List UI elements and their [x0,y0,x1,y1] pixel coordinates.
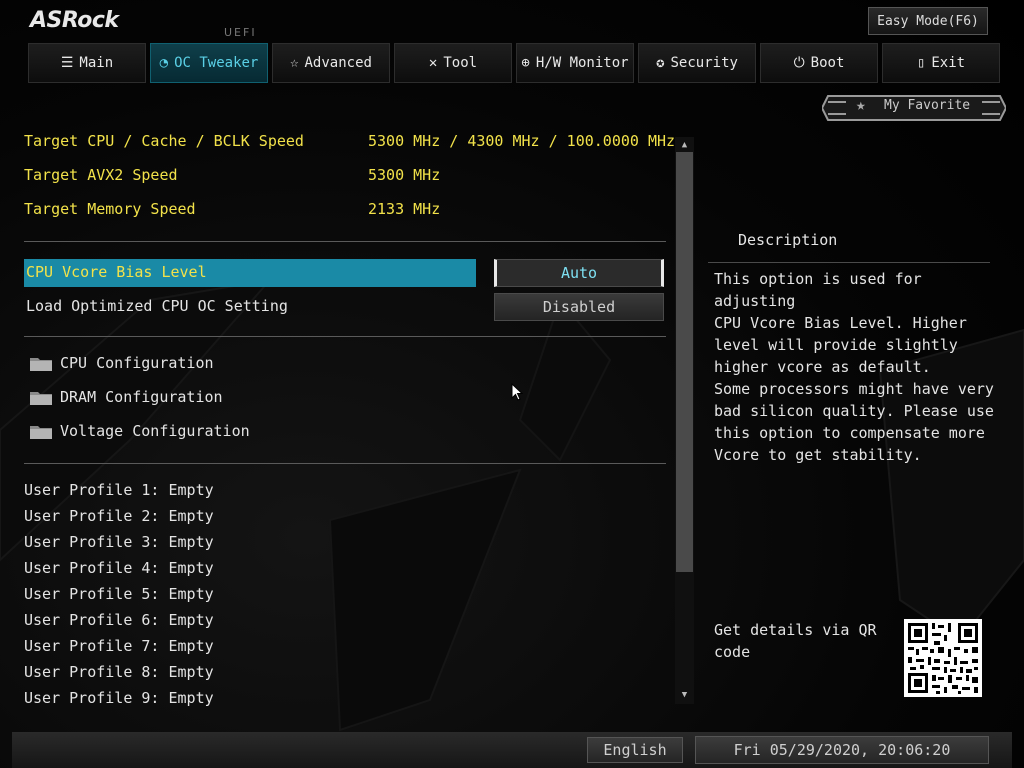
description-divider [708,262,990,263]
tab-label: Security [670,55,738,71]
user-profile-3[interactable]: User Profile 3: Empty [24,533,214,551]
folder-icon [30,358,52,371]
submenu-voltage-configuration[interactable]: Voltage Configuration [60,422,250,440]
scroll-down-arrow-icon[interactable]: ▼ [675,688,694,702]
exit-door-icon: ▯ [916,55,926,71]
target-memory-label: Target Memory Speed [24,200,196,218]
favorite-label: My Favorite [884,98,971,113]
target-cpu-value: 5300 MHz / 4300 MHz / 100.0000 MHz [368,132,676,150]
target-avx2-label: Target AVX2 Speed [24,166,178,184]
submenu-cpu-configuration[interactable]: CPU Configuration [60,354,214,372]
cpu-vcore-bias-level-select[interactable]: Auto [494,259,664,287]
scroll-up-arrow-icon[interactable]: ▲ [675,138,694,152]
asrock-logo: ASRock [30,8,119,33]
bios-screen: ASRock UEFI Easy Mode(F6) ☰ Main ◔ OC Tw… [0,0,1024,768]
tab-label: Tool [443,55,478,71]
shield-icon: ✪ [656,55,665,71]
tab-label: Exit [931,55,966,71]
divider [24,336,666,337]
description-body: This option is used for adjusting CPU Vc… [714,270,994,464]
qr-code [904,619,982,697]
user-profile-6[interactable]: User Profile 6: Empty [24,611,214,629]
tools-icon: ✕ [428,55,438,71]
star-outline-icon: ☆ [290,55,299,71]
user-profile-1[interactable]: User Profile 1: Empty [24,481,214,499]
user-profile-2[interactable]: User Profile 2: Empty [24,507,214,525]
tab-label: Advanced [304,55,372,71]
uefi-label: UEFI [224,26,257,39]
divider [24,463,666,464]
my-favorite-button[interactable]: ★ My Favorite [820,92,1008,124]
easy-mode-button[interactable]: Easy Mode(F6) [868,7,988,35]
qr-code-text: Get details via QR code [714,621,877,661]
list-icon: ☰ [60,55,74,71]
tab-hw-monitor[interactable]: ⊕ H/W Monitor [516,43,634,83]
user-profile-8[interactable]: User Profile 8: Empty [24,663,214,681]
tab-label: Main [79,55,114,71]
load-optimized-cpu-oc-select[interactable]: Disabled [494,293,664,321]
user-profile-4[interactable]: User Profile 4: Empty [24,559,214,577]
tab-advanced[interactable]: ☆ Advanced [272,43,390,83]
target-avx2-value: 5300 MHz [368,166,441,184]
target-cpu-label: Target CPU / Cache / BCLK Speed [24,132,304,150]
language-button[interactable]: English [587,737,683,763]
tab-oc-tweaker[interactable]: ◔ OC Tweaker [150,43,268,83]
tab-label: H/W Monitor [535,55,629,71]
tab-security[interactable]: ✪ Security [638,43,756,83]
user-profile-9[interactable]: User Profile 9: Empty [24,689,214,707]
main-tab-bar: ☰ Main ◔ OC Tweaker ☆ Advanced ✕ Tool ⊕ … [28,43,1006,83]
setting-label-load-optimized-cpu-oc[interactable]: Load Optimized CPU OC Setting [26,297,288,315]
setting-label-cpu-vcore-bias-level: CPU Vcore Bias Level [26,263,207,281]
divider [24,241,666,242]
scrollbar-thumb[interactable] [676,152,693,572]
date-time-display[interactable]: Fri 05/29/2020, 20:06:20 [695,736,989,764]
tab-tool[interactable]: ✕ Tool [394,43,512,83]
folder-icon [30,426,52,439]
folder-icon [30,392,52,405]
description-title: Description [738,231,838,249]
power-icon: ⏻ [793,55,805,71]
user-profile-5[interactable]: User Profile 5: Empty [24,585,214,603]
tab-label: Boot [810,55,845,71]
gauge-icon: ⊕ [521,55,530,71]
mouse-cursor-icon [511,383,523,401]
star-icon: ★ [856,95,866,114]
target-memory-value: 2133 MHz [368,200,441,218]
tab-main[interactable]: ☰ Main [28,43,146,83]
tab-boot[interactable]: ⏻ Boot [760,43,878,83]
tab-label: OC Tweaker [174,55,259,71]
user-profile-7[interactable]: User Profile 7: Empty [24,637,214,655]
tab-exit[interactable]: ▯ Exit [882,43,1000,83]
speedometer-icon: ◔ [159,55,169,71]
submenu-dram-configuration[interactable]: DRAM Configuration [60,388,223,406]
